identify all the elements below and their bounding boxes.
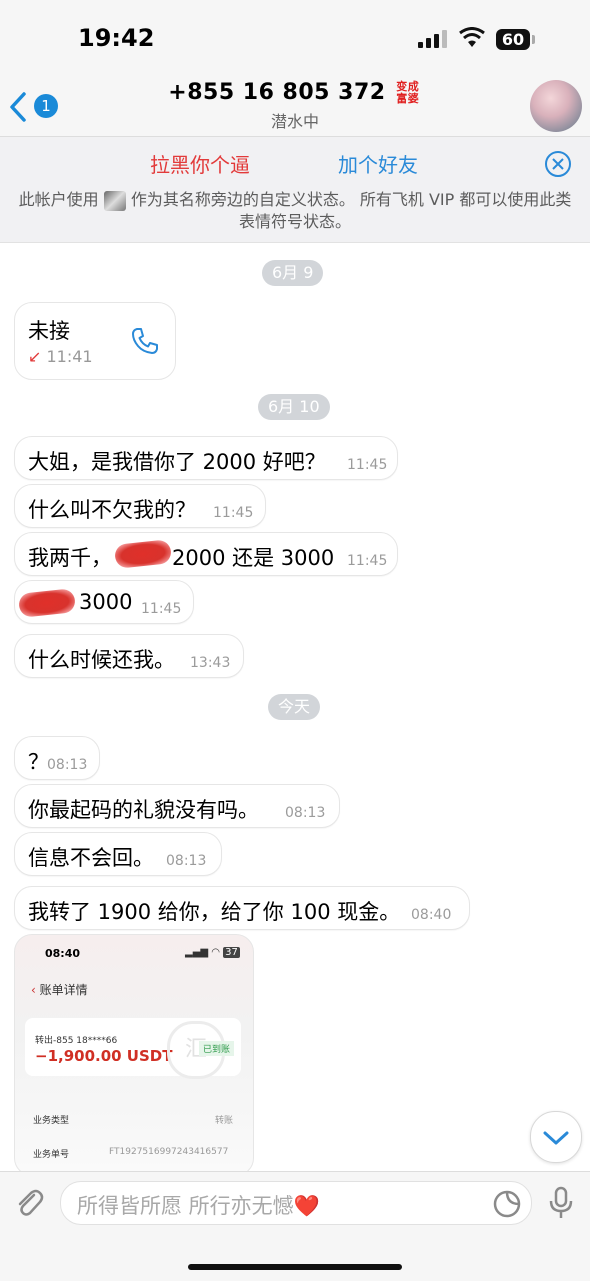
home-indicator: [188, 1264, 402, 1270]
message-time: 13:43: [190, 655, 231, 671]
avatar[interactable]: [530, 80, 582, 132]
message-bubble[interactable]: 大姐，是我借你了 2000 好吧？ 11:45: [14, 436, 398, 480]
message-text: 大姐，是我借你了 2000 好吧？: [28, 450, 326, 474]
receipt-back: ‹ 账单详情: [31, 981, 88, 998]
composer-bar: 所得皆所愿 所行亦无憾❤️: [0, 1171, 590, 1281]
sticker-icon[interactable]: [492, 1189, 522, 1219]
receipt-chevron-icon: ‹: [31, 983, 36, 997]
block-user-button[interactable]: 拉黑你个逼: [150, 149, 250, 178]
receipt-from: 转出-855 18****66: [35, 1036, 118, 1046]
message-time: 08:13: [285, 805, 326, 821]
receipt-type-value: 转账: [215, 1116, 234, 1126]
close-icon[interactable]: [544, 150, 572, 178]
microphone-icon[interactable]: [548, 1186, 574, 1220]
scroll-down-button[interactable]: [530, 1111, 582, 1163]
message-time: 11:45: [347, 553, 388, 569]
message-text: ？: [28, 750, 49, 774]
message-text: 你最起码的礼貌没有吗。: [28, 798, 259, 822]
redaction-scribble: [17, 588, 77, 618]
receipt-number-value: FT192751699724341657​7: [109, 1147, 229, 1157]
message-input[interactable]: 所得皆所愿 所行亦无憾❤️: [60, 1181, 532, 1225]
chat-subtitle: 潜水中: [270, 112, 319, 131]
receipt-amount: −1,900.00 USDT: [35, 1047, 173, 1065]
notice-text-1: 此帐户使用: [18, 190, 99, 209]
emoji-status-badge: 变成富婆: [396, 80, 420, 105]
message-input-placeholder: 所得皆所愿 所行亦无憾❤️: [77, 1194, 320, 1218]
signal-icon: [418, 30, 447, 48]
message-time: 08:40: [411, 907, 452, 923]
message-time: 11:45: [141, 601, 182, 617]
message-bubble[interactable]: ？ 08:13: [14, 736, 100, 780]
receipt-status-icons: ▂▄▆ ◠ 37: [185, 947, 240, 958]
status-bar: 19:42 60: [0, 0, 590, 78]
message-bubble[interactable]: 3000 11:45: [14, 580, 194, 624]
chevron-down-icon: [543, 1131, 569, 1145]
call-title: 未接: [28, 319, 70, 343]
message-bubble[interactable]: 你最起码的礼貌没有吗。 08:13: [14, 784, 340, 828]
chat-header: 1 +855 16 805 372 变成富婆 潜水中: [0, 78, 590, 137]
phone-icon[interactable]: [129, 325, 161, 357]
missed-call-bubble[interactable]: 未接 ↙ 11:41: [14, 302, 176, 380]
message-bubble[interactable]: 我转了 1900 给你，给了你 100 现金。 08:40: [14, 886, 470, 930]
message-text-after: 2000 还是 3000: [172, 546, 335, 570]
wifi-icon: [459, 27, 485, 47]
date-separator: 6月 10: [258, 394, 330, 420]
message-text-before: 我两千，: [28, 546, 112, 570]
missed-call-arrow-icon: ↙: [28, 347, 42, 366]
receipt-status-time: 08:40: [45, 947, 81, 960]
message-text: 信息不会回。: [28, 846, 154, 870]
message-bubble[interactable]: 什么时候还我。 13:43: [14, 634, 244, 678]
message-text: 什么时候还我。: [28, 648, 175, 672]
notice-text-2: 作为其名称旁边的自定义状态。 所有飞机 VIP 都可以使用此类表情符号状态。: [130, 190, 572, 231]
message-time: 11:45: [347, 457, 388, 473]
message-bubble[interactable]: 我两千， 2000 还是 3000 11:45: [14, 532, 398, 576]
date-separator: 今天: [268, 694, 321, 720]
receipt-back-label: 账单详情: [39, 983, 88, 997]
message-text: 我两千， 2000 还是 3000: [28, 542, 334, 572]
message-list[interactable]: 6月 9 未接 ↙ 11:41 6月 10 大姐，是我借你了 2000 好吧？ …: [0, 243, 590, 1171]
call-time: 11:41: [46, 347, 93, 366]
date-separator: 6月 9: [262, 260, 324, 286]
message-time: 11:45: [213, 505, 254, 521]
message-bubble[interactable]: 信息不会回。 08:13: [14, 832, 222, 876]
receipt-screenshot[interactable]: 08:40 ▂▄▆ ◠ 37 ‹ 账单详情 转出-855 18****66 −1…: [14, 934, 254, 1171]
receipt-battery: 37: [223, 947, 240, 958]
message-time: 08:13: [47, 757, 88, 773]
clock: 19:42: [78, 24, 155, 52]
add-contact-button[interactable]: 加个好友: [338, 149, 418, 178]
emoji-status-notice: 此帐户使用 作为其名称旁边的自定义状态。 所有飞机 VIP 都可以使用此类表情符…: [16, 189, 574, 233]
paperclip-icon[interactable]: [12, 1186, 46, 1220]
receipt-type-label: 业务类型: [33, 1116, 70, 1126]
phone-number: +855 16 805 372: [168, 80, 386, 105]
battery-tip: [532, 35, 535, 44]
call-meta: ↙ 11:41: [28, 347, 93, 366]
battery-icon: 60: [496, 29, 530, 50]
message-text: 3000: [79, 590, 133, 614]
chat-title[interactable]: +855 16 805 372 变成富婆: [0, 80, 590, 105]
message-bubble[interactable]: 什么叫不欠我的？ 11:45: [14, 484, 266, 528]
message-time: 08:13: [166, 853, 207, 869]
message-text: 什么叫不欠我的？: [28, 498, 196, 522]
message-text: 我转了 1900 给你，给了你 100 现金。: [28, 900, 401, 924]
receipt-number-label: 业务单号: [33, 1150, 70, 1160]
emoji-status-icon: [103, 190, 126, 211]
receipt-status-badge: 已到账: [199, 1041, 235, 1056]
action-bar: 拉黑你个逼 加个好友 此帐户使用 作为其名称旁边的自定义状态。 所有飞机 VIP…: [0, 137, 590, 243]
